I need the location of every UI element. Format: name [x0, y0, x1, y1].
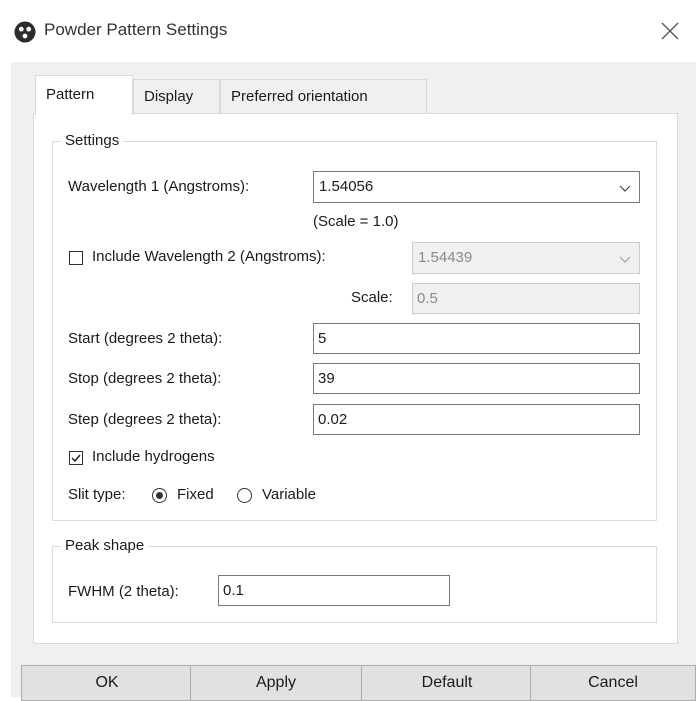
scale-note: (Scale = 1.0) [313, 213, 399, 230]
fwhm-field[interactable]: 0.1 [218, 575, 450, 606]
start-field[interactable]: 5 [313, 323, 640, 354]
hydrogens-label: Include hydrogens [92, 448, 215, 465]
window-title: Powder Pattern Settings [44, 20, 228, 39]
tab-display-label: Display [144, 88, 194, 105]
wavelength2-checkbox[interactable] [69, 251, 83, 265]
cancel-button[interactable]: Cancel [530, 665, 696, 701]
wavelength2-select[interactable]: 1.54439 [412, 242, 640, 274]
chevron-down-icon [619, 185, 631, 192]
apply-button[interactable]: Apply [190, 665, 362, 701]
slit-variable-label: Variable [262, 486, 316, 503]
checkmark-icon [71, 454, 81, 463]
close-icon[interactable] [657, 18, 683, 44]
hydrogens-checkbox[interactable] [69, 451, 83, 465]
settings-group-title: Settings [61, 132, 124, 149]
slit-variable-radio[interactable] [237, 488, 252, 503]
start-label: Start (degrees 2 theta): [68, 330, 223, 347]
slit-fixed-radio[interactable] [152, 488, 167, 503]
title-bar: Powder Pattern Settings [0, 0, 696, 62]
wavelength1-label: Wavelength 1 (Angstroms): [68, 178, 250, 195]
scale-label: Scale: [351, 289, 393, 306]
step-field[interactable]: 0.02 [313, 404, 640, 435]
tab-pattern-label: Pattern [46, 86, 95, 103]
step-label: Step (degrees 2 theta): [68, 411, 222, 428]
tab-preferred-orientation[interactable]: Preferred orientation [220, 79, 427, 115]
fwhm-label: FWHM (2 theta): [68, 583, 179, 600]
wavelength1-select[interactable]: 1.54056 [313, 171, 640, 203]
stop-label: Stop (degrees 2 theta): [68, 370, 222, 387]
wavelength2-value: 1.54439 [418, 249, 473, 266]
slit-fixed-label: Fixed [177, 486, 214, 503]
peak-shape-group-title: Peak shape [61, 537, 149, 554]
slit-type-label: Slit type: [68, 486, 126, 503]
ok-button[interactable]: OK [21, 665, 193, 701]
wavelength2-label: Include Wavelength 2 (Angstroms): [92, 248, 326, 265]
wavelength1-value: 1.54056 [319, 178, 374, 195]
app-icon [14, 21, 36, 43]
scale-field[interactable]: 0.5 [412, 283, 640, 314]
stop-field[interactable]: 39 [313, 363, 640, 394]
tab-display[interactable]: Display [133, 79, 220, 115]
tab-preferred-orientation-label: Preferred orientation [231, 88, 368, 105]
chevron-down-icon [619, 256, 631, 263]
default-button[interactable]: Default [361, 665, 533, 701]
tab-pattern[interactable]: Pattern [35, 75, 133, 115]
